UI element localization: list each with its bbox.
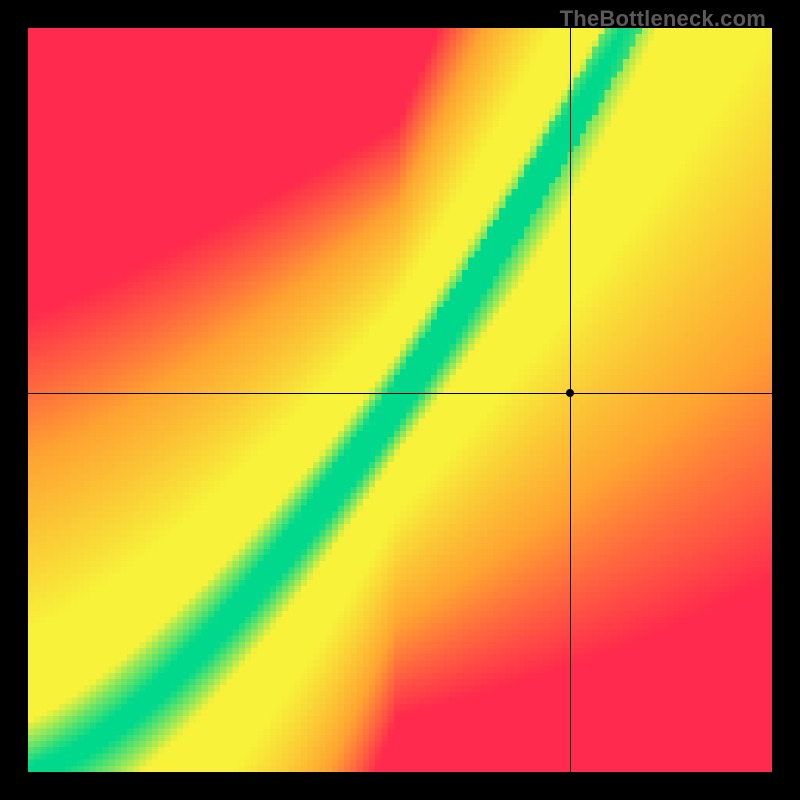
crosshair-horizontal <box>28 393 772 394</box>
chart-frame: TheBottleneck.com <box>0 0 800 800</box>
heatmap-canvas <box>28 28 772 772</box>
heatmap-plot <box>28 28 772 772</box>
crosshair-vertical <box>570 28 571 772</box>
marker-point <box>566 389 574 397</box>
